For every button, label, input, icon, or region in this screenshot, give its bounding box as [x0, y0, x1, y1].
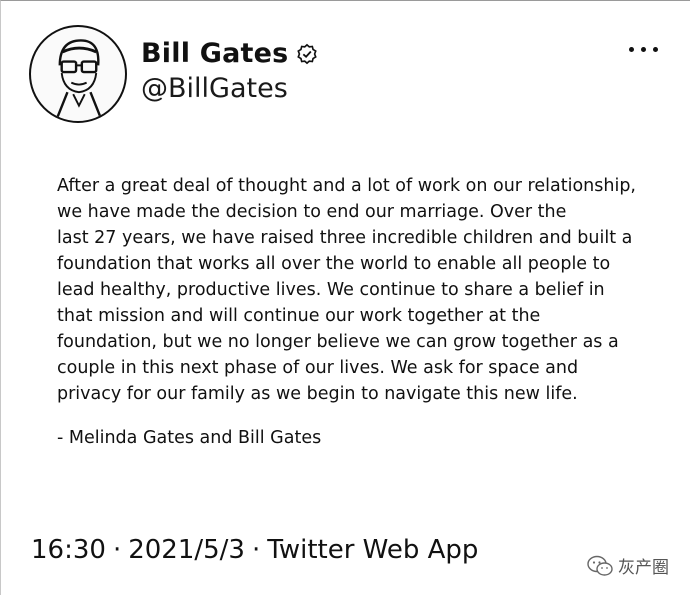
- name-row: Bill Gates: [141, 38, 318, 69]
- tweet-text: After a great deal of thought and a lot …: [57, 173, 657, 407]
- display-name[interactable]: Bill Gates: [141, 38, 288, 69]
- tweet-date[interactable]: 2021/5/3: [128, 535, 245, 565]
- watermark: 灰产圈: [586, 553, 669, 578]
- tweet-line: we have made the decision to end our mar…: [57, 202, 567, 222]
- tweet-signature: - Melinda Gates and Bill Gates: [57, 428, 322, 448]
- meta-separator: ·: [251, 535, 261, 565]
- tweet-metadata: 16:30 · 2021/5/3 · Twitter Web App: [31, 535, 478, 565]
- avatar[interactable]: [29, 25, 127, 123]
- meta-separator: ·: [112, 535, 122, 565]
- user-handle[interactable]: @BillGates: [141, 73, 288, 104]
- tweet-line: couple in this next phase of our lives. …: [57, 358, 579, 378]
- tweet-source[interactable]: Twitter Web App: [267, 535, 478, 565]
- tweet-card: Bill Gates @BillGates After a great deal…: [0, 0, 690, 595]
- watermark-text: 灰产圈: [618, 558, 669, 578]
- tweet-line: foundation, but we no longer believe we …: [57, 332, 619, 352]
- tweet-line: privacy for our family as we begin to na…: [57, 384, 578, 404]
- tweet-line: foundation that works all over the world…: [57, 254, 611, 274]
- wechat-icon: [587, 555, 613, 576]
- avatar-portrait: [54, 39, 104, 121]
- more-options-icon[interactable]: [629, 47, 658, 52]
- tweet-line: last 27 years, we have raised three incr…: [57, 228, 633, 248]
- tweet-line: that mission and will continue our work …: [57, 306, 541, 326]
- tweet-line: lead healthy, productive lives. We conti…: [57, 280, 605, 300]
- tweet-line: After a great deal of thought and a lot …: [57, 176, 636, 196]
- verified-badge-icon: [297, 43, 318, 64]
- tweet-time[interactable]: 16:30: [31, 535, 106, 565]
